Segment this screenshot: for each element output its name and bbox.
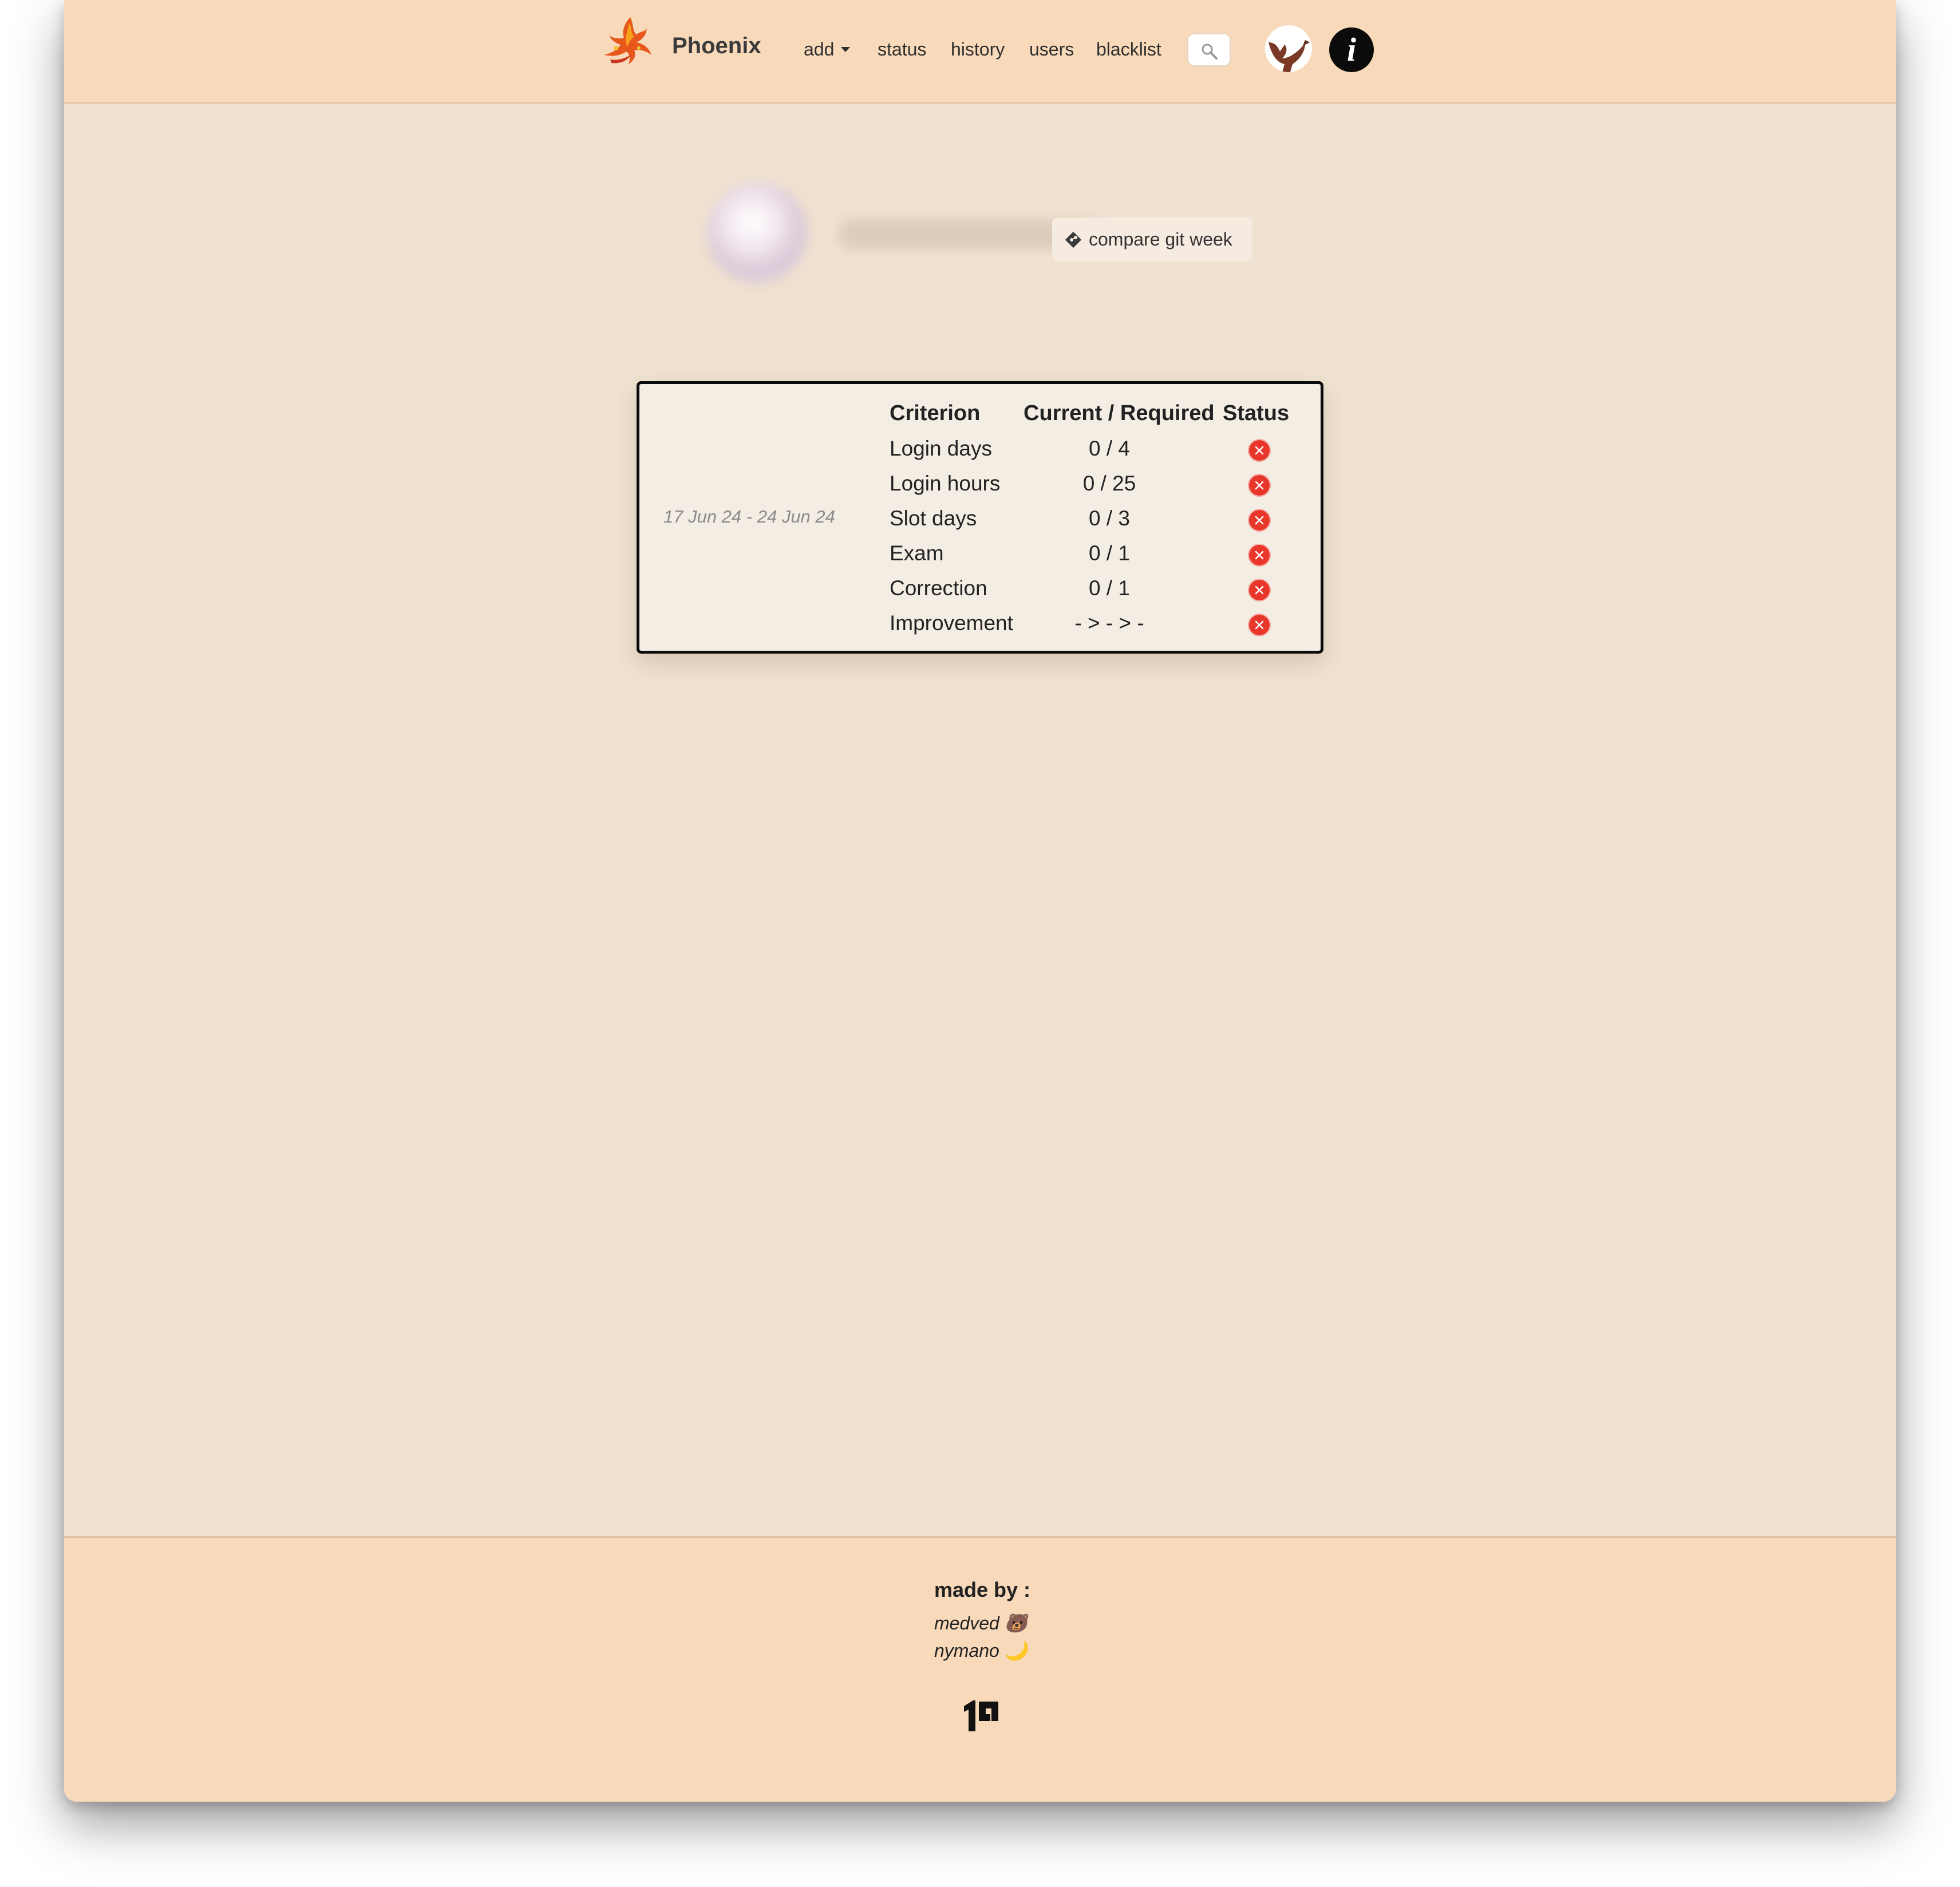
value-cell: 0 / 1 (1089, 541, 1130, 565)
fail-status-icon (1248, 509, 1271, 532)
nav-add-label: add (804, 39, 835, 60)
fail-status-icon (1248, 544, 1271, 567)
profile-avatar (706, 182, 808, 284)
nav-status[interactable]: status (878, 39, 926, 60)
brand-name[interactable]: Phoenix (672, 33, 761, 59)
compare-git-week-button[interactable]: compare git week (1052, 217, 1252, 261)
19-logo-icon[interactable] (962, 1698, 1001, 1734)
week-summary-card: 17 Jun 24 - 24 Jun 24 Criterion Current … (637, 381, 1323, 654)
table-row: Slot days 0 / 3 (639, 507, 1321, 541)
criterion-cell: Improvement (890, 611, 1013, 635)
value-cell: 0 / 4 (1089, 437, 1130, 460)
table-row: Login hours 0 / 25 (639, 472, 1321, 507)
fail-status-icon (1248, 614, 1271, 636)
nav-users[interactable]: users (1029, 39, 1074, 60)
compare-git-week-label: compare git week (1089, 229, 1232, 250)
footer: made by : medved 🐻 nymano 🌙 (64, 1536, 1896, 1802)
git-icon (1065, 231, 1082, 248)
criterion-cell: Correction (890, 576, 987, 600)
search-icon (1202, 43, 1218, 60)
app-window: Phoenix add status history users blackli… (64, 0, 1896, 1802)
info-icon[interactable]: i (1329, 27, 1374, 72)
value-cell: 0 / 25 (1082, 472, 1136, 495)
nav-history[interactable]: history (951, 39, 1005, 60)
nav-blacklist[interactable]: blacklist (1096, 39, 1161, 60)
criterion-cell: Slot days (890, 507, 977, 530)
table-row: Login days 0 / 4 (639, 437, 1321, 472)
criterion-cell: Login days (890, 437, 992, 460)
fail-status-icon (1248, 579, 1271, 602)
caret-down-icon (841, 47, 851, 52)
author-link[interactable]: medved 🐻 (934, 1612, 1028, 1634)
user-avatar-icon[interactable] (1265, 25, 1312, 72)
navbar: Phoenix add status history users blackli… (64, 0, 1896, 104)
criterion-cell: Exam (890, 541, 944, 565)
author-link[interactable]: nymano 🌙 (934, 1640, 1028, 1661)
table-row: Improvement - > - > - (639, 611, 1321, 646)
table-row: Exam 0 / 1 (639, 541, 1321, 576)
criterion-cell: Login hours (890, 472, 1001, 495)
header-status: Status (1223, 401, 1290, 425)
fail-status-icon (1248, 474, 1271, 497)
table-row: Correction 0 / 1 (639, 576, 1321, 611)
header-current-required: Current / Required (1024, 401, 1215, 425)
value-cell: 0 / 3 (1089, 507, 1130, 530)
made-by-label: made by : (934, 1578, 1031, 1601)
value-cell: - > - > - (1074, 611, 1144, 635)
value-cell: 0 / 1 (1089, 576, 1130, 600)
nav-add-dropdown[interactable]: add (804, 39, 851, 60)
fail-status-icon (1248, 439, 1271, 462)
header-criterion: Criterion (890, 401, 981, 425)
phoenix-logo-icon[interactable] (599, 15, 656, 66)
search-input[interactable] (1187, 33, 1231, 66)
